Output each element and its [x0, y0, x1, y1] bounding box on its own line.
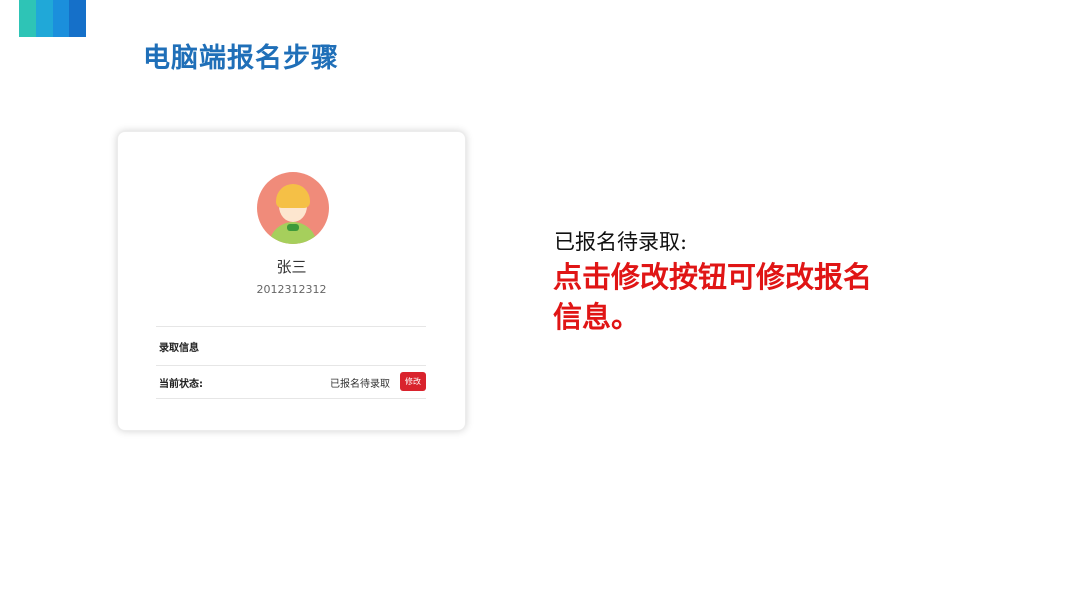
- divider: [156, 365, 426, 366]
- status-label: 当前状态:: [159, 379, 203, 390]
- user-id: 2012312312: [256, 283, 327, 296]
- note-status-text: 已报名待录取:: [554, 230, 688, 254]
- status-value: 已报名待录取: [330, 379, 390, 390]
- divider: [156, 398, 426, 399]
- logo-bars: [19, 0, 86, 37]
- note-instruction-text: 点击修改按钮可修改报名信息。: [553, 260, 873, 334]
- user-name: 张三: [276, 258, 307, 276]
- edit-button[interactable]: 修改: [400, 372, 426, 391]
- divider: [156, 326, 426, 327]
- child-avatar-icon: [257, 172, 329, 244]
- section-label: 录取信息: [159, 343, 199, 354]
- profile-card: 张三 2012312312 录取信息 当前状态: 已报名待录取 修改: [117, 131, 466, 431]
- slide-title: 电脑端报名步骤: [143, 43, 339, 74]
